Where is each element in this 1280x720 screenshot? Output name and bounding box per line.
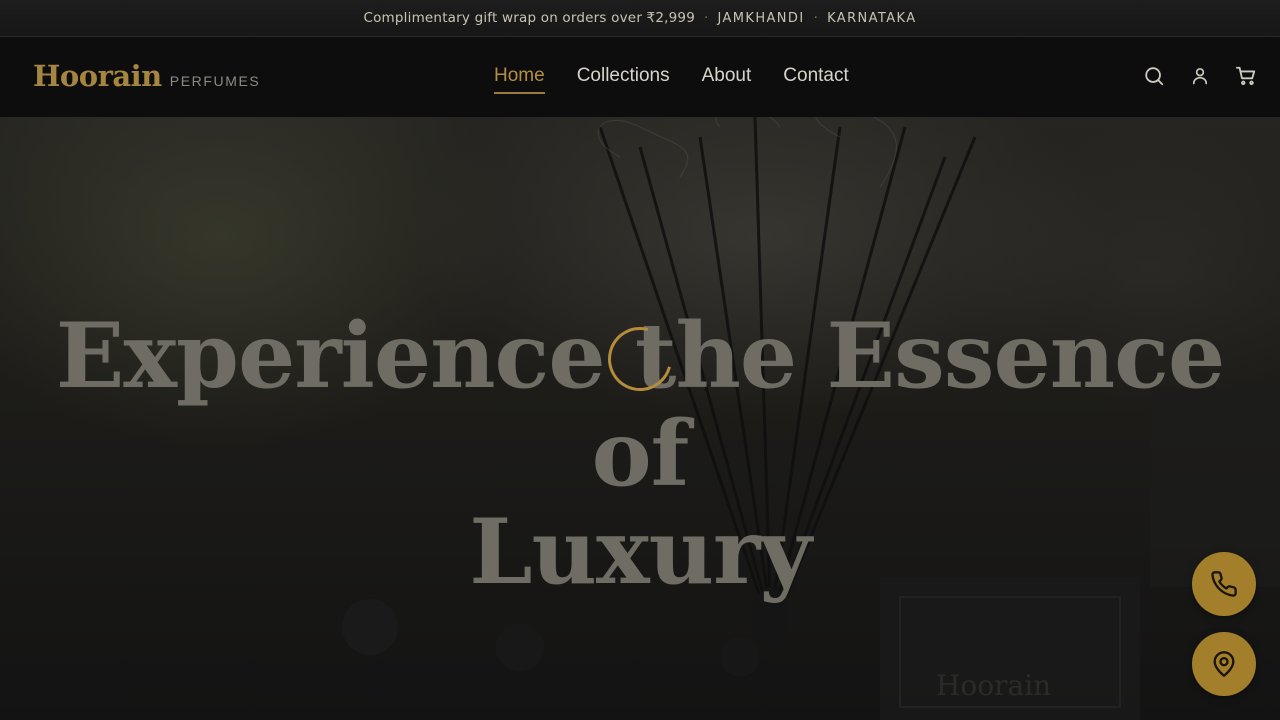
location-button[interactable] bbox=[1192, 632, 1256, 696]
announcement-offer: Complimentary gift wrap on orders over ₹… bbox=[363, 10, 695, 26]
announcement-city: JAMKHANDI bbox=[717, 10, 805, 26]
announcement-separator: · bbox=[704, 10, 709, 26]
nav-item-collections[interactable]: Collections bbox=[577, 65, 670, 94]
header-actions bbox=[1142, 64, 1258, 88]
hero-section: Experience the Essence of Luxury Hoorain bbox=[0, 117, 1280, 720]
call-button[interactable] bbox=[1192, 552, 1256, 616]
cart-icon[interactable] bbox=[1234, 64, 1258, 88]
product-box-logo: Hoorain bbox=[936, 669, 1052, 702]
announcement-separator: · bbox=[813, 10, 819, 26]
hero-headline-line2: Luxury bbox=[469, 499, 812, 605]
search-icon[interactable] bbox=[1142, 64, 1166, 88]
main-nav: Home Collections About Contact bbox=[494, 65, 849, 94]
map-pin-icon bbox=[1213, 651, 1235, 677]
phone-icon bbox=[1211, 571, 1237, 597]
account-icon[interactable] bbox=[1188, 64, 1212, 88]
site-header: Hoorain PERFUMES Home Collections About … bbox=[0, 37, 1280, 117]
brand-subtitle: PERFUMES bbox=[169, 73, 261, 89]
nav-item-home[interactable]: Home bbox=[494, 65, 545, 94]
nav-item-contact[interactable]: Contact bbox=[783, 65, 848, 94]
brand-name: Hoorain bbox=[33, 59, 162, 93]
announcement-bar: Complimentary gift wrap on orders over ₹… bbox=[0, 0, 1280, 37]
announcement-state: KARNATAKA bbox=[827, 10, 917, 26]
nav-item-about[interactable]: About bbox=[702, 65, 752, 94]
brand-logo[interactable]: Hoorain PERFUMES bbox=[33, 59, 260, 93]
